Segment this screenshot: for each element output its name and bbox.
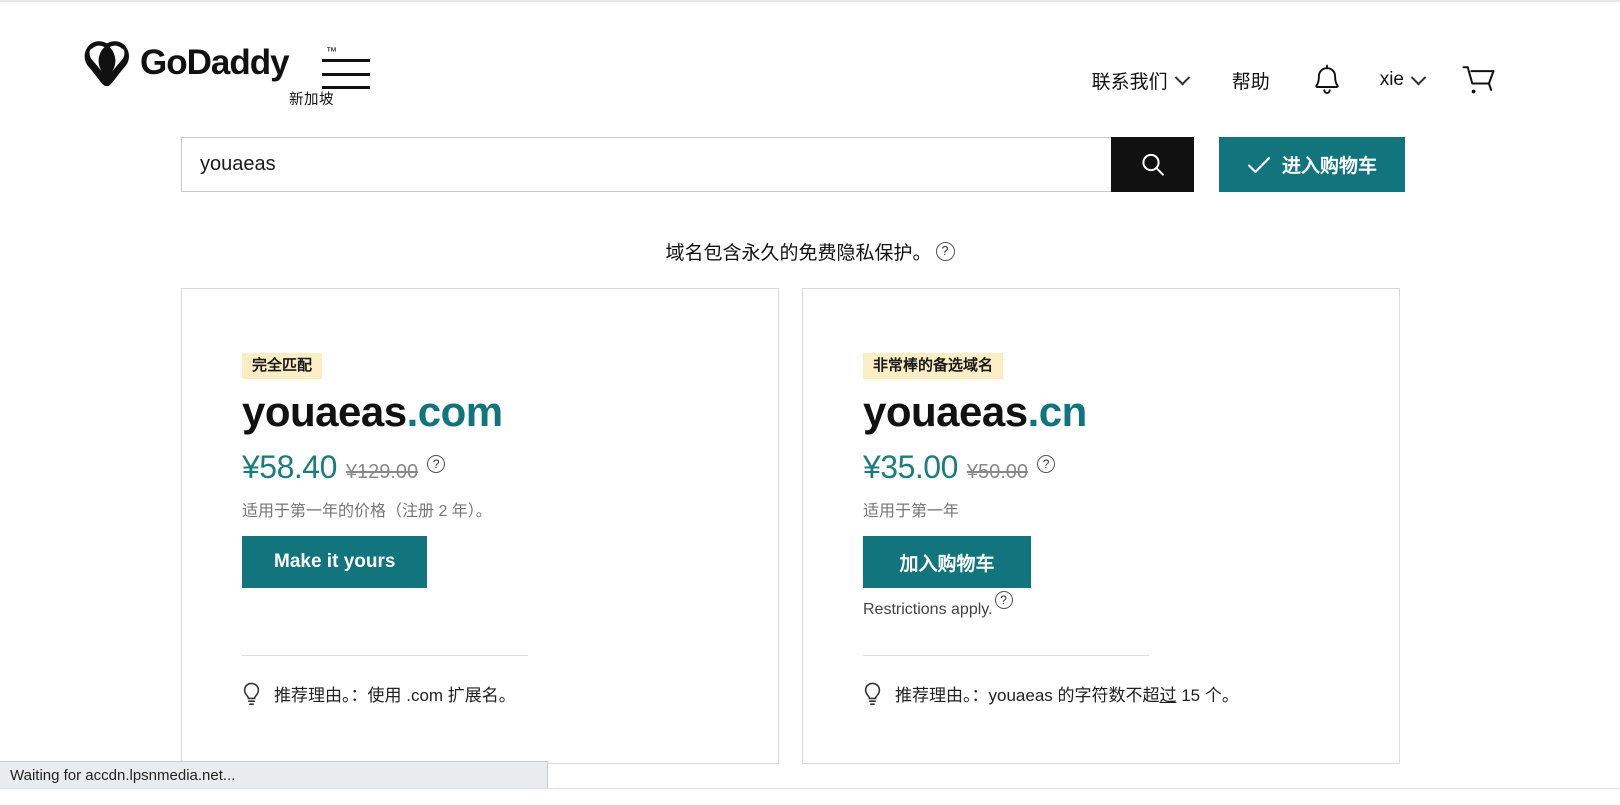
page-root: GoDaddy ™ 新加坡 联系我们 帮助 xie youaeas 进入购物车 … [0, 0, 1620, 805]
chevron-down-icon [1410, 69, 1427, 85]
recommendation-text: 推荐理由。：youaeas 的字符数不超过 15 个。 [895, 681, 1239, 706]
brand-logo[interactable]: GoDaddy ™ 新加坡 [80, 40, 352, 109]
cart-button[interactable] [1446, 61, 1512, 99]
chevron-down-icon [1174, 69, 1190, 85]
account-menu[interactable]: xie [1358, 63, 1446, 97]
domain-name-link[interactable]: youaeas.cn [863, 388, 1088, 435]
card-divider [863, 655, 1149, 656]
add-to-cart-button[interactable]: 加入购物车 [863, 536, 1031, 588]
domain-tld: .com [406, 388, 504, 435]
question-mark-icon[interactable]: ? [1037, 455, 1056, 473]
notifications-button[interactable] [1296, 60, 1358, 100]
header-nav: 联系我们 帮助 xie [1070, 60, 1512, 100]
search-input[interactable] [182, 138, 1111, 191]
recommendation-row: 推荐理由。：youaeas 的字符数不超过 15 个。 [863, 681, 1239, 706]
domain-name-link[interactable]: youaeas.com [242, 388, 504, 435]
reco-prefix: 推荐理由。：使用 .com 扩展名。 [274, 686, 516, 705]
result-card-cn: 非常棒的备选域名 youaeas.cn ¥35.00 ¥50.00 ? 适用于第… [802, 288, 1400, 764]
question-mark-icon[interactable]: ? [427, 455, 446, 473]
domain-tld: .cn [1027, 388, 1088, 435]
shopping-cart-icon [1462, 66, 1495, 94]
account-label: xie [1379, 69, 1404, 90]
search-field-wrapper [181, 137, 1194, 192]
search-results: 完全匹配 youaeas.com ¥58.40 ¥129.00 ? 适用于第一年… [181, 288, 1400, 764]
domain-search-row: 进入购物车 [181, 137, 1405, 192]
question-mark-icon[interactable]: ? [935, 242, 955, 261]
result-card-com: 完全匹配 youaeas.com ¥58.40 ¥129.00 ? 适用于第一年… [181, 288, 779, 764]
reco-underline: 过 [1159, 686, 1177, 705]
reco-suffix: 15 个。 [1176, 686, 1239, 705]
price-current: ¥58.40 [242, 449, 337, 485]
make-it-yours-button[interactable]: Make it yours [242, 536, 428, 588]
search-submit-button[interactable] [1111, 137, 1194, 192]
nav-item-label: 联系我们 [1091, 71, 1168, 93]
price-terms: 适用于第一年的价格（注册 2 年）。 [242, 503, 492, 520]
status-badge: 完全匹配 [242, 353, 323, 379]
privacy-note-text: 域名包含永久的免费隐私保护。 [665, 243, 932, 264]
status-badge: 非常棒的备选域名 [863, 353, 1004, 379]
viewport-top-divider [0, 0, 1620, 2]
go-to-cart-button[interactable]: 进入购物车 [1219, 137, 1405, 192]
godaddy-logo-icon [84, 41, 129, 86]
recommendation-row: 推荐理由。：使用 .com 扩展名。 [242, 681, 516, 706]
search-icon [1141, 153, 1164, 176]
price-line: ¥58.40 ¥129.00 ? [242, 449, 446, 486]
restrictions-note: Restrictions apply. ? [863, 591, 1013, 619]
hamburger-menu-icon[interactable] [322, 57, 370, 91]
brand-logo-row: GoDaddy ™ [80, 40, 352, 86]
svg-text:GoDaddy: GoDaddy [140, 43, 290, 82]
brand-locale-label: 新加坡 [289, 92, 334, 108]
hamburger-bar [322, 72, 370, 76]
question-mark-icon[interactable]: ? [994, 591, 1013, 609]
status-bar-text: Waiting for accdn.lpsnmedia.net... [10, 766, 236, 784]
hamburger-bar [322, 59, 370, 62]
price-original: ¥50.00 [966, 461, 1029, 483]
site-header: GoDaddy ™ 新加坡 联系我们 帮助 xie [0, 30, 1620, 122]
page-bottom-divider [0, 788, 1620, 805]
go-to-cart-label: 进入购物车 [1281, 156, 1377, 177]
browser-status-bar: Waiting for accdn.lpsnmedia.net... [0, 761, 548, 788]
nav-item-help[interactable]: 帮助 [1210, 61, 1296, 100]
domain-sld: youaeas [242, 388, 407, 435]
restrictions-text: Restrictions apply. [863, 601, 993, 618]
nav-item-contact-us[interactable]: 联系我们 [1070, 61, 1210, 100]
lightbulb-icon [864, 682, 881, 705]
reco-prefix: 推荐理由。：youaeas 的字符数不超 [895, 686, 1160, 705]
privacy-note: 域名包含永久的免费隐私保护。 ? [0, 238, 1620, 265]
price-line: ¥35.00 ¥50.00 ? [863, 449, 1056, 486]
nav-item-label: 帮助 [1231, 71, 1270, 93]
hamburger-bar [322, 86, 370, 89]
check-icon [1247, 156, 1271, 173]
lightbulb-icon [243, 682, 260, 705]
recommendation-text: 推荐理由。：使用 .com 扩展名。 [274, 681, 516, 706]
card-divider [242, 655, 528, 656]
price-original: ¥129.00 [345, 461, 419, 483]
bell-icon [1315, 64, 1339, 94]
price-terms: 适用于第一年 [863, 503, 960, 520]
domain-sld: youaeas [863, 388, 1028, 435]
price-current: ¥35.00 [863, 449, 958, 485]
godaddy-wordmark: GoDaddy ™ [140, 43, 337, 82]
